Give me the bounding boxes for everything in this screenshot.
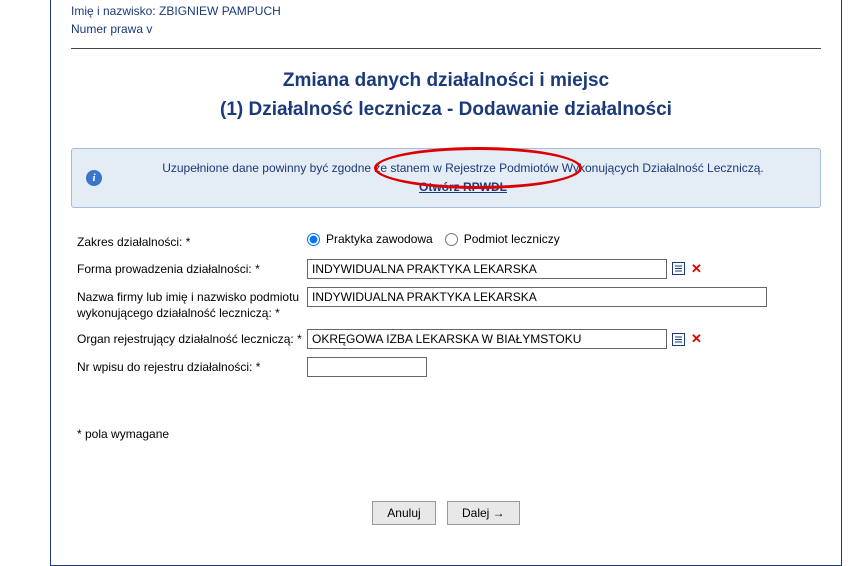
organ-delete-icon[interactable]: ✕ bbox=[689, 331, 704, 347]
cancel-button[interactable]: Anuluj bbox=[372, 501, 435, 525]
info-text: Uzupełnione dane powinny być zgodne ze s… bbox=[162, 161, 764, 175]
info-icon: i bbox=[86, 170, 102, 186]
nazwa-label: Nazwa firmy lub imię i nazwisko podmiotu… bbox=[77, 287, 307, 321]
nrwpisu-label: Nr wpisu do rejestru działalności: * bbox=[77, 357, 307, 376]
forma-input[interactable] bbox=[307, 259, 667, 279]
page-title-line1: Zmiana danych działalności i miejsc bbox=[71, 67, 821, 96]
forma-picker-icon[interactable] bbox=[671, 262, 685, 276]
zakres-label: Zakres działalności: * bbox=[77, 232, 307, 251]
info-box: i Uzupełnione dane powinny być zgodne ze… bbox=[71, 148, 821, 208]
nrwpisu-input[interactable] bbox=[307, 357, 427, 377]
zakres-opt1-label: Praktyka zawodowa bbox=[326, 232, 433, 246]
open-rpwdl-link[interactable]: Otwórz RPWDL bbox=[419, 180, 507, 194]
page-title-line2: (1) Działalność lecznicza - Dodawanie dz… bbox=[71, 96, 821, 125]
page-title: Zmiana danych działalności i miejsc (1) … bbox=[71, 67, 821, 124]
zakres-radio-podmiot[interactable] bbox=[445, 233, 458, 246]
zakres-radio-praktyka[interactable] bbox=[307, 233, 320, 246]
zakres-opt2-label: Podmiot leczniczy bbox=[464, 232, 560, 246]
organ-label: Organ rejestrujący działalność leczniczą… bbox=[77, 329, 307, 348]
forma-label: Forma prowadzenia działalności: * bbox=[77, 259, 307, 278]
nazwa-input[interactable] bbox=[307, 287, 767, 307]
divider bbox=[71, 48, 821, 49]
organ-input[interactable] bbox=[307, 329, 667, 349]
organ-picker-icon[interactable] bbox=[671, 332, 685, 346]
header-line1: Imię i nazwisko: ZBIGNIEW PAMPUCH bbox=[71, 2, 821, 20]
required-note: * pola wymagane bbox=[77, 427, 821, 441]
next-button[interactable]: Dalej → bbox=[447, 501, 520, 525]
header-line2: Numer prawa v bbox=[71, 20, 821, 38]
header-info: Imię i nazwisko: ZBIGNIEW PAMPUCH Numer … bbox=[71, 0, 821, 44]
forma-delete-icon[interactable]: ✕ bbox=[689, 261, 704, 277]
